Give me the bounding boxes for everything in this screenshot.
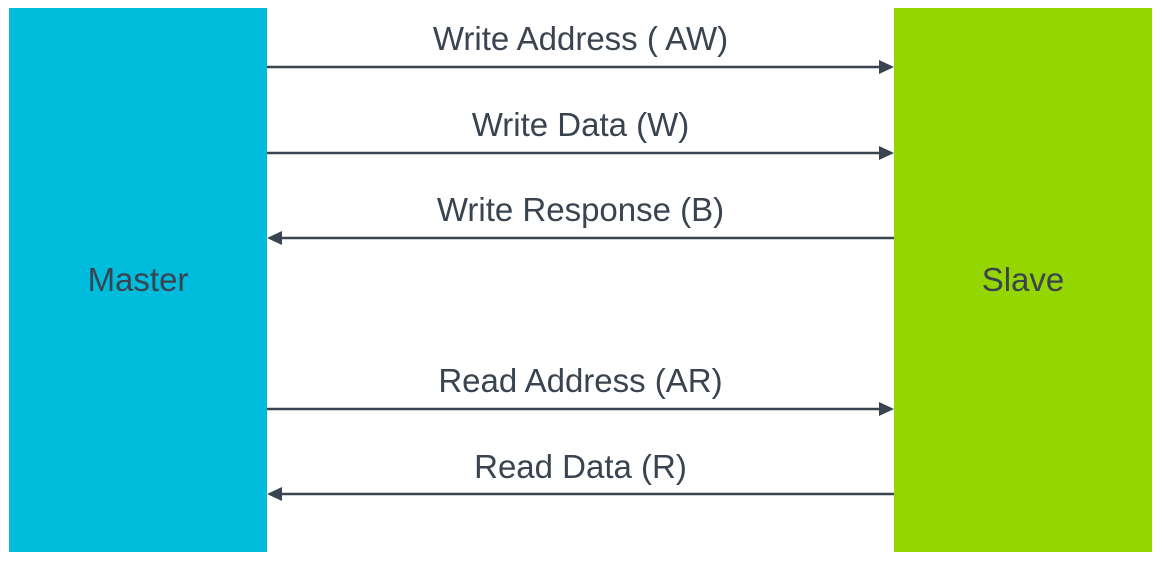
arrowhead-read-data [267, 487, 282, 501]
arrowhead-write-address [879, 60, 894, 74]
channel-arrows [267, 60, 894, 501]
arrowhead-read-address [879, 402, 894, 416]
arrowhead-write-response [267, 231, 282, 245]
arrowhead-write-data [879, 146, 894, 160]
